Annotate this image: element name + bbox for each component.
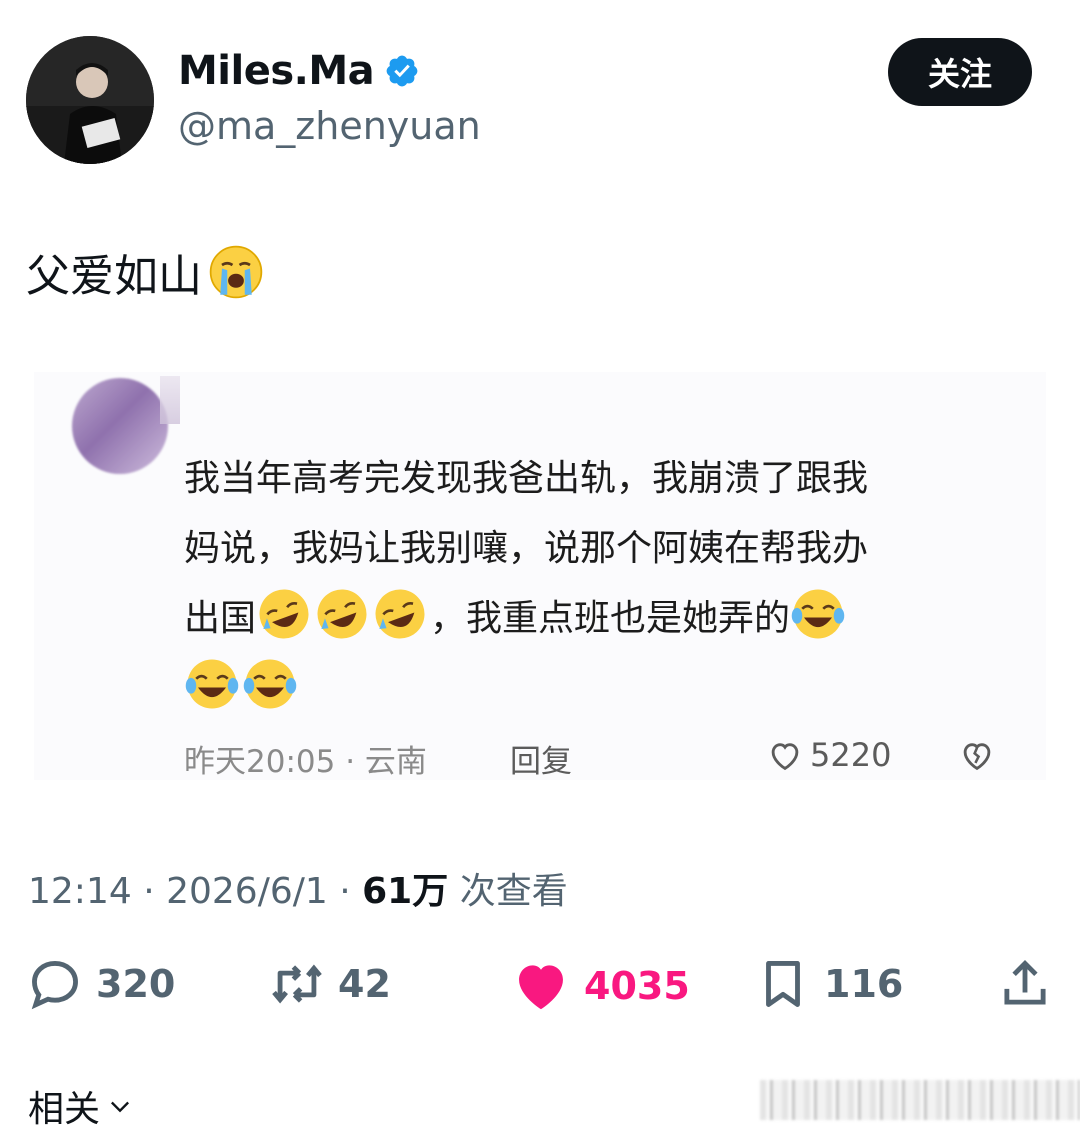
meta-separator: · bbox=[339, 871, 363, 912]
bookmark-button[interactable]: 116 bbox=[754, 955, 903, 1013]
user-handle[interactable]: @ma_zhenyuan bbox=[178, 104, 481, 148]
display-name-text: Miles.Ma bbox=[178, 48, 375, 94]
retweet-icon bbox=[272, 964, 322, 1004]
retweet-button[interactable]: 42 bbox=[268, 955, 391, 1013]
share-button[interactable] bbox=[996, 955, 1066, 1013]
chevron-down-icon bbox=[111, 1101, 130, 1113]
comment-reply-button[interactable]: 回复 bbox=[510, 736, 572, 781]
like-count: 4035 bbox=[584, 964, 690, 1008]
tweet-text: 父爱如山 bbox=[26, 240, 264, 304]
comment-like-button[interactable]: 5220 bbox=[766, 736, 891, 774]
comment-line-4 bbox=[184, 654, 1004, 724]
watermark-blurred bbox=[760, 1080, 1080, 1120]
reply-bubble-icon bbox=[31, 961, 78, 1010]
view-count: 61万 bbox=[362, 871, 449, 912]
commenter-avatar bbox=[72, 378, 168, 474]
comment-line-2: 妈说，我妈让我别嚷，说那个阿姨在帮我办 bbox=[184, 528, 869, 569]
comment-line-3-middle: ，我重点班也是她弄的 bbox=[430, 598, 791, 639]
comment-like-count: 5220 bbox=[810, 736, 892, 774]
comment-line-3: 出国 ，我重点班也是她弄的 bbox=[184, 584, 1004, 654]
follow-button[interactable]: 关注 bbox=[888, 38, 1032, 106]
heart-outline-icon bbox=[771, 743, 799, 771]
rolling-laughing-icon bbox=[375, 589, 425, 639]
comment-line-1: 我当年高考完发现我爸出轨，我崩溃了跟我 bbox=[184, 458, 869, 499]
display-name[interactable]: Miles.Ma bbox=[178, 48, 420, 94]
loudly-crying-face-icon bbox=[209, 245, 263, 299]
tears-of-joy-icon bbox=[243, 659, 297, 709]
reply-button[interactable]: 320 bbox=[26, 955, 175, 1013]
tweet-date: 2026/6/1 bbox=[166, 871, 328, 912]
avatar-photo bbox=[26, 36, 154, 164]
reply-count: 320 bbox=[96, 962, 176, 1006]
heart-filled-icon bbox=[519, 965, 563, 1010]
retweet-count: 42 bbox=[338, 962, 391, 1006]
rolling-laughing-icon bbox=[259, 589, 309, 639]
related-label: 相关 bbox=[28, 1089, 101, 1130]
verified-badge-icon bbox=[386, 55, 418, 87]
tears-of-joy-icon bbox=[185, 659, 239, 709]
view-count-label: 次查看 bbox=[459, 871, 568, 912]
commenter-name-blurred bbox=[160, 376, 180, 424]
broken-heart-icon[interactable] bbox=[958, 736, 996, 774]
tweet-time: 12:14 bbox=[28, 871, 132, 912]
like-button[interactable]: 4035 bbox=[510, 955, 690, 1017]
tweet-text-body: 父爱如山 bbox=[26, 251, 202, 302]
share-icon bbox=[1004, 960, 1046, 1005]
comment-line-3-prefix: 出国 bbox=[184, 598, 257, 639]
comment-text: 我当年高考完发现我爸出轨，我崩溃了跟我 妈说，我妈让我别嚷，说那个阿姨在帮我办 … bbox=[184, 444, 1004, 724]
tears-of-joy-icon bbox=[791, 589, 845, 639]
avatar[interactable] bbox=[26, 36, 154, 164]
comment-timestamp-location: 昨天20:05 · 云南 bbox=[184, 744, 427, 780]
bookmark-icon bbox=[766, 961, 800, 1007]
meta-separator: · bbox=[143, 871, 167, 912]
related-dropdown[interactable]: 相关 bbox=[28, 1080, 134, 1132]
tweet-meta: 12:14 · 2026/6/1 · 61万 次查看 bbox=[28, 862, 568, 914]
bookmark-count: 116 bbox=[824, 962, 904, 1006]
rolling-laughing-icon bbox=[317, 589, 367, 639]
